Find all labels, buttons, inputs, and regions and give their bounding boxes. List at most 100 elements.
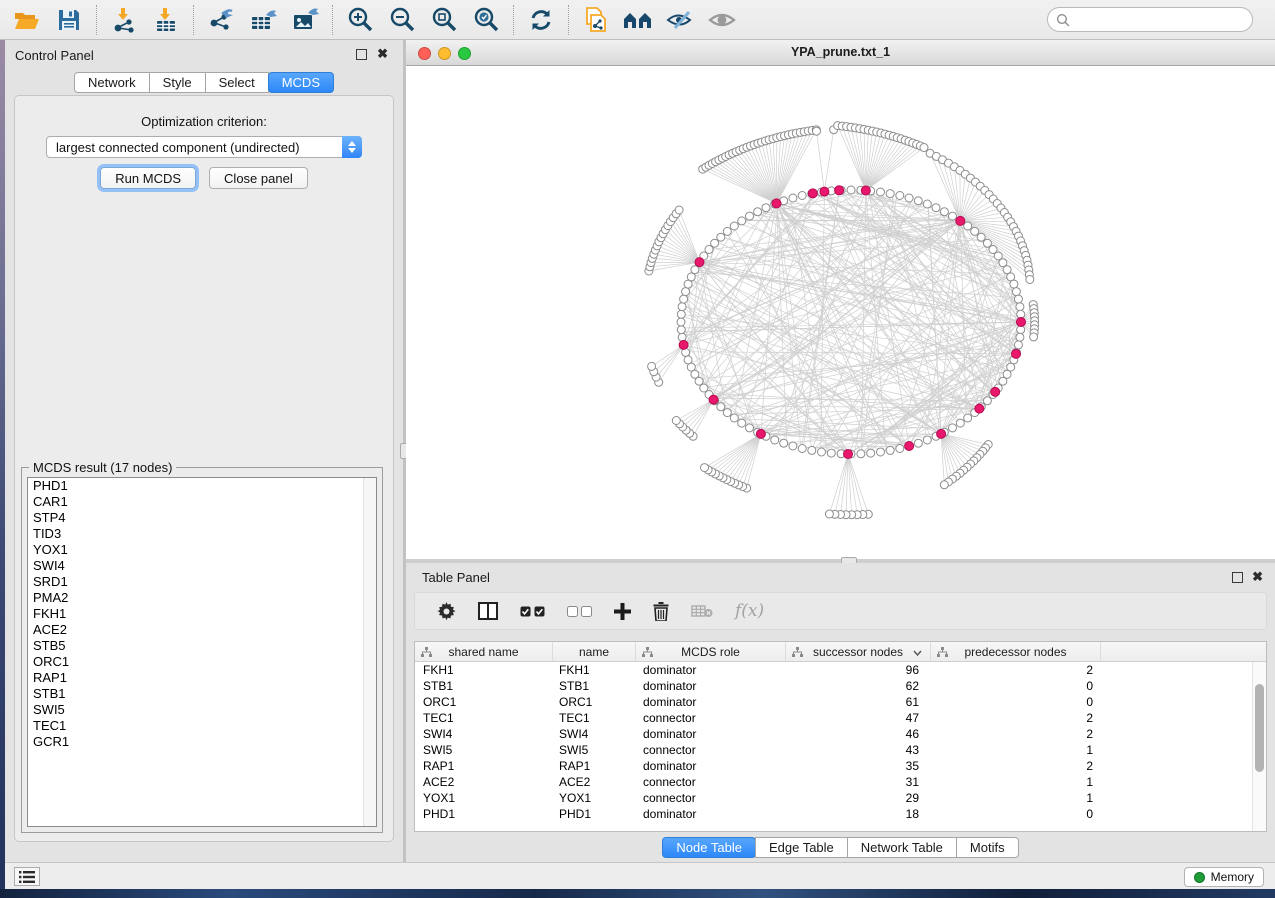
close-panel-icon[interactable]: ✖: [377, 46, 388, 62]
deselect-all-checkboxes-icon[interactable]: [567, 606, 592, 617]
mcds-result-item[interactable]: STP4: [28, 510, 376, 526]
column-header-predecessor-nodes[interactable]: predecessor nodes: [931, 642, 1101, 661]
clone-network-button[interactable]: [579, 4, 613, 36]
table-row[interactable]: TEC1TEC1connector472: [415, 710, 1266, 726]
table-row[interactable]: PHD1PHD1dominator180: [415, 806, 1266, 822]
mcds-result-item[interactable]: SWI5: [28, 702, 376, 718]
memory-button[interactable]: Memory: [1184, 867, 1264, 887]
result-list-scrollbar[interactable]: [363, 478, 376, 826]
mcds-result-item[interactable]: ORC1: [28, 654, 376, 670]
column-label: name: [579, 645, 609, 659]
mcds-result-title: MCDS result (17 nodes): [29, 460, 176, 475]
mcds-result-item[interactable]: GCR1: [28, 734, 376, 750]
network-graph[interactable]: [406, 66, 1275, 559]
table-row[interactable]: RAP1RAP1dominator352: [415, 758, 1266, 774]
table-cell: ORC1: [553, 694, 636, 710]
mcds-result-item[interactable]: TID3: [28, 526, 376, 542]
mcds-result-item[interactable]: ACE2: [28, 622, 376, 638]
export-image-button[interactable]: [288, 4, 322, 36]
table-row[interactable]: SWI4SWI4dominator462: [415, 726, 1266, 742]
table-cell: YOX1: [553, 790, 636, 806]
settings-gear-icon[interactable]: [437, 602, 456, 621]
mcds-result-item[interactable]: YOX1: [28, 542, 376, 558]
float-panel-icon[interactable]: [356, 49, 367, 60]
export-network-button[interactable]: [204, 4, 238, 36]
first-neighbors-button[interactable]: [621, 4, 655, 36]
tab-node-table[interactable]: Node Table: [662, 837, 756, 858]
float-panel-icon[interactable]: [1232, 572, 1243, 583]
desktop-wallpaper-bottom: [0, 889, 1275, 898]
close-panel-button[interactable]: Close panel: [209, 167, 308, 189]
import-table-button[interactable]: [149, 4, 183, 36]
table-row[interactable]: FKH1FKH1dominator962: [415, 662, 1266, 678]
mcds-result-item[interactable]: SWI4: [28, 558, 376, 574]
add-column-icon[interactable]: [614, 603, 631, 620]
table-cell: 18: [786, 806, 931, 822]
select-all-checkboxes-icon[interactable]: [520, 606, 545, 617]
table-row[interactable]: SWI5SWI5connector431: [415, 742, 1266, 758]
import-network-button[interactable]: [107, 4, 141, 36]
run-mcds-button[interactable]: Run MCDS: [100, 167, 196, 189]
delete-column-trash-icon[interactable]: [653, 602, 669, 621]
zoom-in-button[interactable]: [343, 4, 377, 36]
search-input[interactable]: [1076, 13, 1244, 27]
table-cell: 1: [931, 742, 1101, 758]
table-cell: connector: [636, 790, 786, 806]
column-label: successor nodes: [813, 645, 903, 659]
zoom-selected-button[interactable]: [469, 4, 503, 36]
network-titlebar[interactable]: YPA_prune.txt_1: [406, 40, 1275, 66]
zoom-out-button[interactable]: [385, 4, 419, 36]
column-label: shared name: [448, 645, 518, 659]
mcds-result-item[interactable]: STB5: [28, 638, 376, 654]
open-session-button[interactable]: [10, 4, 44, 36]
mcds-result-list[interactable]: PHD1CAR1STP4TID3YOX1SWI4SRD1PMA2FKH1ACE2…: [27, 477, 377, 827]
column-header-shared-name[interactable]: shared name: [415, 642, 553, 661]
table-scrollbar[interactable]: [1252, 662, 1266, 831]
network-title: YPA_prune.txt_1: [406, 45, 1275, 59]
export-table-button[interactable]: [246, 4, 280, 36]
show-all-button[interactable]: [705, 4, 739, 36]
mcds-result-item[interactable]: CAR1: [28, 494, 376, 510]
zoom-out-icon: [388, 6, 416, 34]
show-task-history-button[interactable]: [14, 867, 40, 886]
mcds-result-item[interactable]: TEC1: [28, 718, 376, 734]
toolbar-separator: [96, 5, 97, 35]
mcds-result-item[interactable]: FKH1: [28, 606, 376, 622]
show-columns-icon[interactable]: [478, 602, 498, 620]
table-row[interactable]: STB1STB1dominator620: [415, 678, 1266, 694]
tab-style[interactable]: Style: [149, 72, 206, 93]
tab-select[interactable]: Select: [205, 72, 269, 93]
mcds-tab-content: Optimization criterion: largest connecte…: [14, 95, 394, 842]
refresh-layout-button[interactable]: [524, 4, 558, 36]
dropdown-stepper-icon: [342, 136, 362, 158]
column-header-successor-nodes[interactable]: successor nodes: [786, 642, 931, 661]
hide-selected-button[interactable]: [663, 4, 697, 36]
table-row[interactable]: YOX1YOX1connector291: [415, 790, 1266, 806]
table-cell: 62: [786, 678, 931, 694]
table-cell: 2: [931, 726, 1101, 742]
network-canvas[interactable]: [406, 66, 1275, 559]
table-cell: TEC1: [415, 710, 553, 726]
table-row[interactable]: ACE2ACE2connector311: [415, 774, 1266, 790]
column-header-mcds-role[interactable]: MCDS role: [636, 642, 786, 661]
column-header-name[interactable]: name: [553, 642, 636, 661]
criterion-dropdown[interactable]: largest connected component (undirected): [46, 136, 362, 158]
scrollbar-thumb[interactable]: [1255, 684, 1264, 772]
tab-network-table[interactable]: Network Table: [847, 837, 957, 858]
tab-mcds[interactable]: MCDS: [268, 72, 334, 93]
search-box[interactable]: [1047, 7, 1253, 32]
list-icon: [19, 871, 35, 883]
tab-motifs[interactable]: Motifs: [956, 837, 1019, 858]
mcds-result-item[interactable]: RAP1: [28, 670, 376, 686]
close-panel-icon[interactable]: ✖: [1252, 569, 1263, 585]
tab-network[interactable]: Network: [74, 72, 150, 93]
table-row[interactable]: ORC1ORC1dominator610: [415, 694, 1266, 710]
mcds-result-item[interactable]: SRD1: [28, 574, 376, 590]
zoom-fit-button[interactable]: [427, 4, 461, 36]
mcds-result-item[interactable]: STB1: [28, 686, 376, 702]
table-cell: SWI5: [553, 742, 636, 758]
save-session-button[interactable]: [52, 4, 86, 36]
tab-edge-table[interactable]: Edge Table: [755, 837, 848, 858]
mcds-result-item[interactable]: PHD1: [28, 478, 376, 494]
mcds-result-item[interactable]: PMA2: [28, 590, 376, 606]
